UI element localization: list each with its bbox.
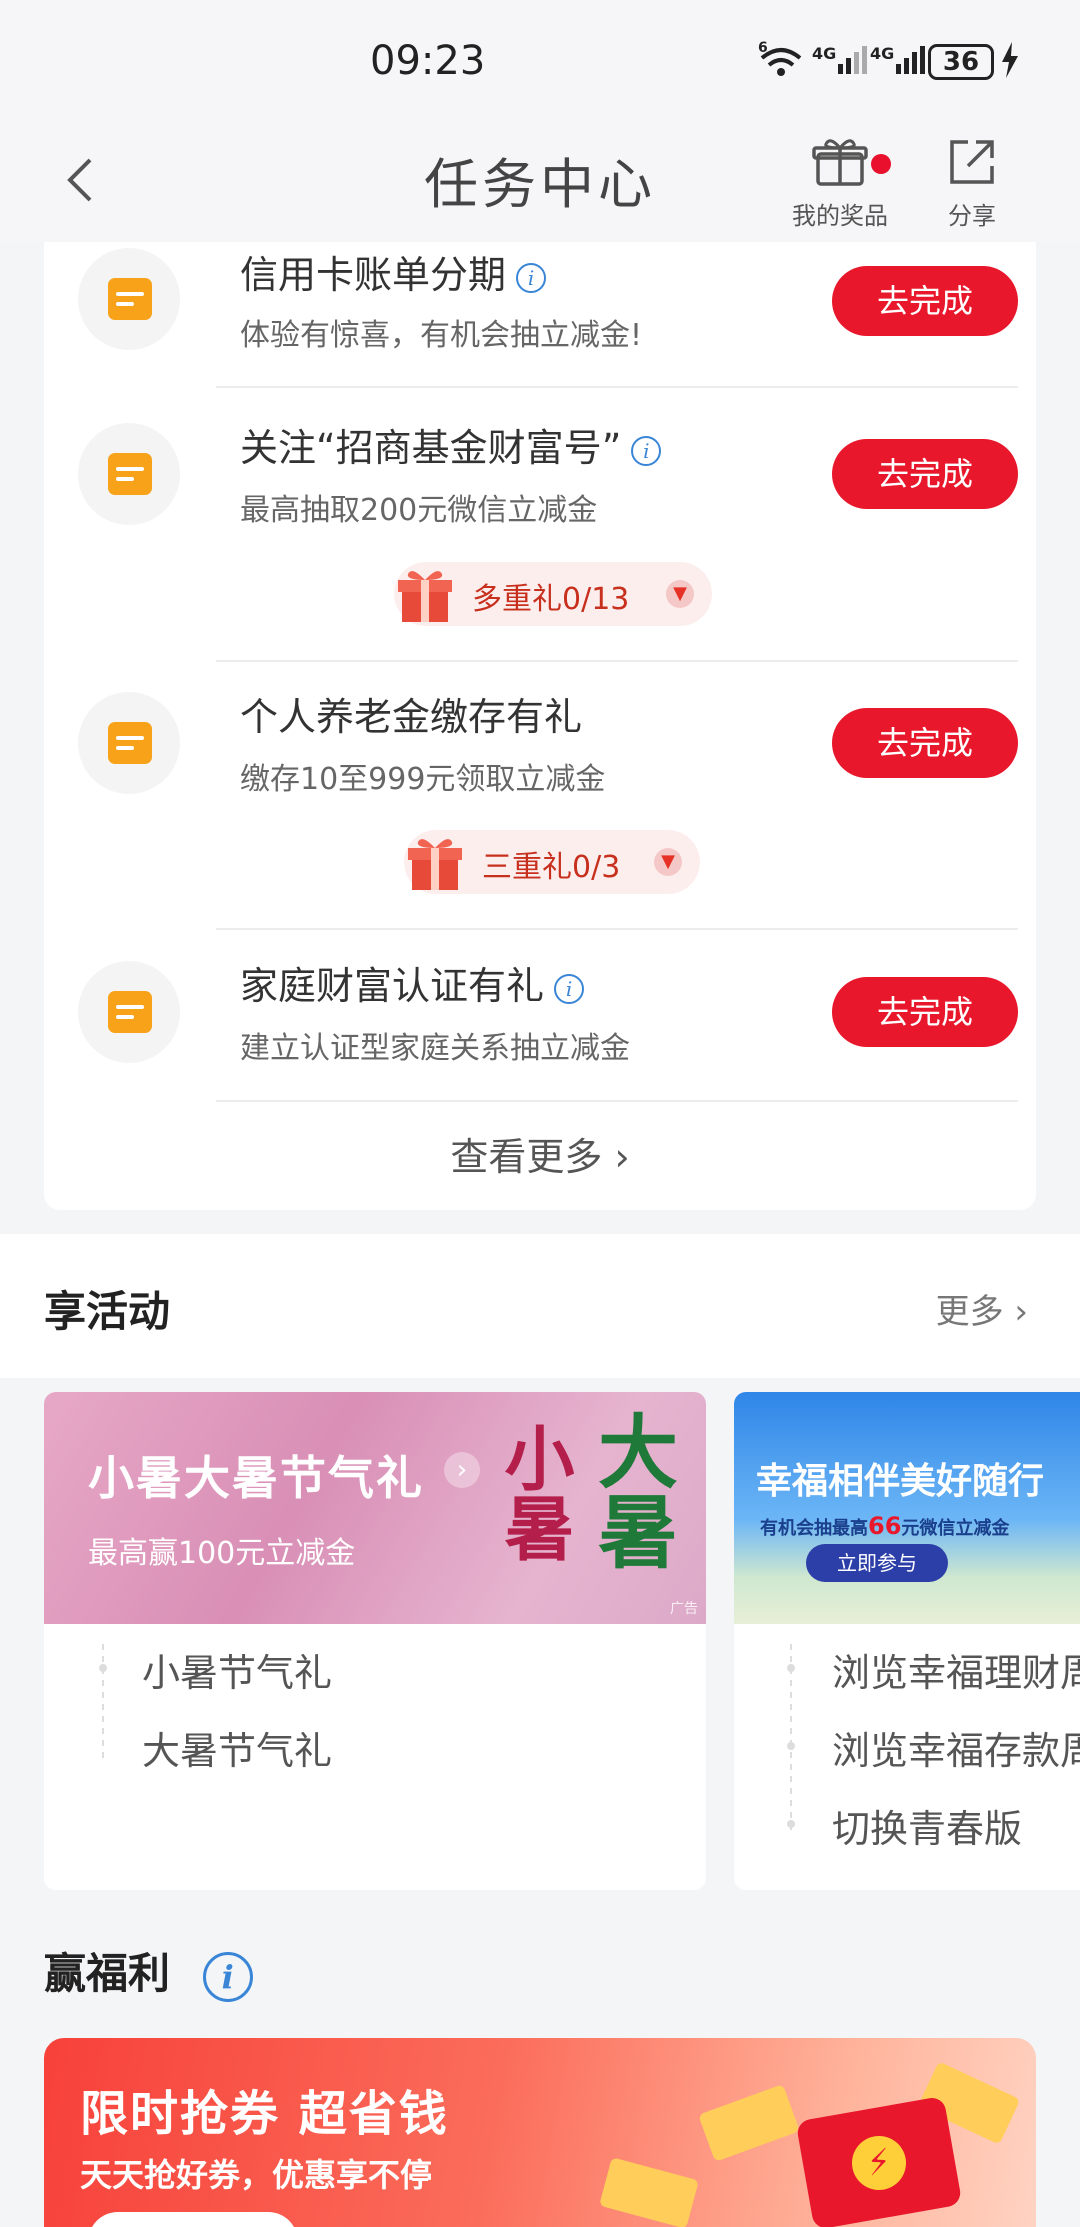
coupon-promo-banner[interactable]: 限时抢券 超省钱 天天抢好券，优惠享不停 ⚡ [44,2038,1036,2227]
gift-tier-label: 多重礼0/13 [472,582,630,617]
info-icon[interactable]: i [202,1951,253,2002]
banner-calligraphy-b: 大暑 [585,1410,679,1570]
status-time: 09:23 [370,38,486,84]
timeline-line [790,1644,792,1834]
activity-item[interactable]: 小暑节气礼 [142,1642,332,1697]
info-icon[interactable]: i [631,435,662,466]
arrow-down-icon: ▼ [666,580,694,608]
timeline-dot [99,1664,107,1672]
nav-bar: 任务中心 我的奖品 分享 [0,120,1080,242]
signal-1-icon: 4G [812,44,870,80]
task-subtitle: 建立认证型家庭关系抽立减金 [240,1031,630,1066]
my-prizes-label: 我的奖品 [792,202,888,230]
banner-subtitle: 有机会抽最高66元微信立减金 [760,1512,1010,1540]
banner-calligraphy-a: 小暑 [493,1422,576,1562]
share-label: 分享 [948,202,996,230]
timeline-dot [787,1820,795,1828]
status-bar: 09:23 6 4G 4G 36 [0,0,1080,120]
gift-box-icon [408,839,462,890]
network-6-label: 6 [758,40,768,56]
activity-item[interactable]: 切换青春版 [832,1798,1022,1853]
task-list-card: 信用卡账单分期 i 体验有惊喜，有机会抽立减金! 去完成 关注“招商基金财富号” i… [44,242,1036,1210]
coupon-chest-icon: ⚡ [795,2095,963,2227]
coupon-icon [698,2084,800,2162]
banner-subtitle: 最高赢100元立减金 [88,1536,356,1571]
activity-item[interactable]: 浏览幸福理财周 [832,1642,1080,1697]
join-now-button[interactable]: 立即参与 [806,1544,948,1582]
divider [216,1100,1018,1102]
signal-2-icon: 4G [870,44,928,80]
complete-task-button[interactable]: 去完成 [832,266,1018,336]
gift-tier-label: 三重礼0/3 [482,850,621,885]
activity-card[interactable]: 小暑大暑节气礼 › 最高赢100元立减金 小暑 大暑 广告 小暑节气礼 大暑节气… [44,1392,706,1890]
gift-icon [812,139,868,192]
view-more-label: 查看更多 [450,1135,603,1179]
my-prizes-button[interactable]: 我的奖品 [788,136,892,231]
welfare-header: 赢福利 i [0,1900,1080,2038]
page-title: 任务中心 [424,153,656,216]
task-title: 信用卡账单分期 [240,253,507,297]
share-button[interactable]: 分享 [934,136,1010,231]
promo-title: 限时抢券 超省钱 [80,2086,449,2142]
complete-task-button[interactable]: 去完成 [832,708,1018,778]
task-title: 家庭财富认证有礼 [240,964,545,1008]
battery-indicator: 36 [928,44,994,80]
activity-banner[interactable]: 幸福相伴美好随行 有机会抽最高66元微信立减金 立即参与 [734,1392,1080,1624]
arrow-down-icon: ▼ [654,848,682,876]
calendar-icon [78,692,180,794]
activity-item[interactable]: 大暑节气礼 [142,1720,332,1775]
calendar-icon [78,423,180,525]
gift-tier-badge[interactable]: 多重礼0/13 ▼ [394,562,712,626]
timeline-dot [787,1664,795,1672]
activity-card[interactable]: 幸福相伴美好随行 有机会抽最高66元微信立减金 立即参与 浏览幸福理财周 浏览幸… [734,1392,1080,1890]
activity-banner[interactable]: 小暑大暑节气礼 › 最高赢100元立减金 小暑 大暑 广告 [44,1392,706,1624]
chevron-right-icon: › [1003,1292,1028,1332]
task-title: 关注“招商基金财富号” [240,426,622,470]
info-icon[interactable]: i [516,262,547,293]
activities-more-link[interactable]: 更多 › [936,1284,1028,1333]
welfare-heading: 赢福利 [44,1949,171,1998]
activities-header: 享活动 更多 › [0,1234,1080,1378]
charging-icon [1000,42,1020,84]
task-title: 个人养老金缴存有礼 [240,695,583,739]
chevron-right-icon: › [444,1452,480,1488]
gift-tier-badge[interactable]: 三重礼0/3 ▼ [404,830,700,894]
activities-heading: 享活动 [44,1287,171,1336]
info-icon[interactable]: i [554,973,585,1004]
timeline-dot [787,1742,795,1750]
timeline-line [102,1644,104,1764]
divider [216,386,1018,388]
coupon-icon [599,2157,699,2227]
gift-box-icon [398,571,452,622]
activities-more-label: 更多 [935,1292,1004,1332]
banner-title: 小暑大暑节气礼 [88,1451,424,1505]
divider [216,660,1018,662]
promo-button[interactable] [88,2212,298,2227]
task-subtitle: 最高抽取200元微信立减金 [240,493,598,528]
chevron-right-icon: › [602,1135,630,1179]
divider [216,928,1018,930]
task-subtitle: 体验有惊喜，有机会抽立减金! [240,318,643,353]
ad-tag: 广告 [670,1601,698,1617]
notification-dot [871,154,891,174]
calendar-icon [78,961,180,1063]
share-icon [946,140,998,192]
complete-task-button[interactable]: 去完成 [832,977,1018,1047]
view-more-link[interactable]: 查看更多 › [44,1126,1036,1181]
complete-task-button[interactable]: 去完成 [832,439,1018,509]
banner-title: 幸福相伴美好随行 [756,1461,1045,1502]
activity-item[interactable]: 浏览幸福存款周 [832,1720,1080,1775]
calendar-icon [78,248,180,350]
promo-subtitle: 天天抢好券，优惠享不停 [80,2156,433,2194]
task-subtitle: 缴存10至999元领取立减金 [240,762,606,797]
